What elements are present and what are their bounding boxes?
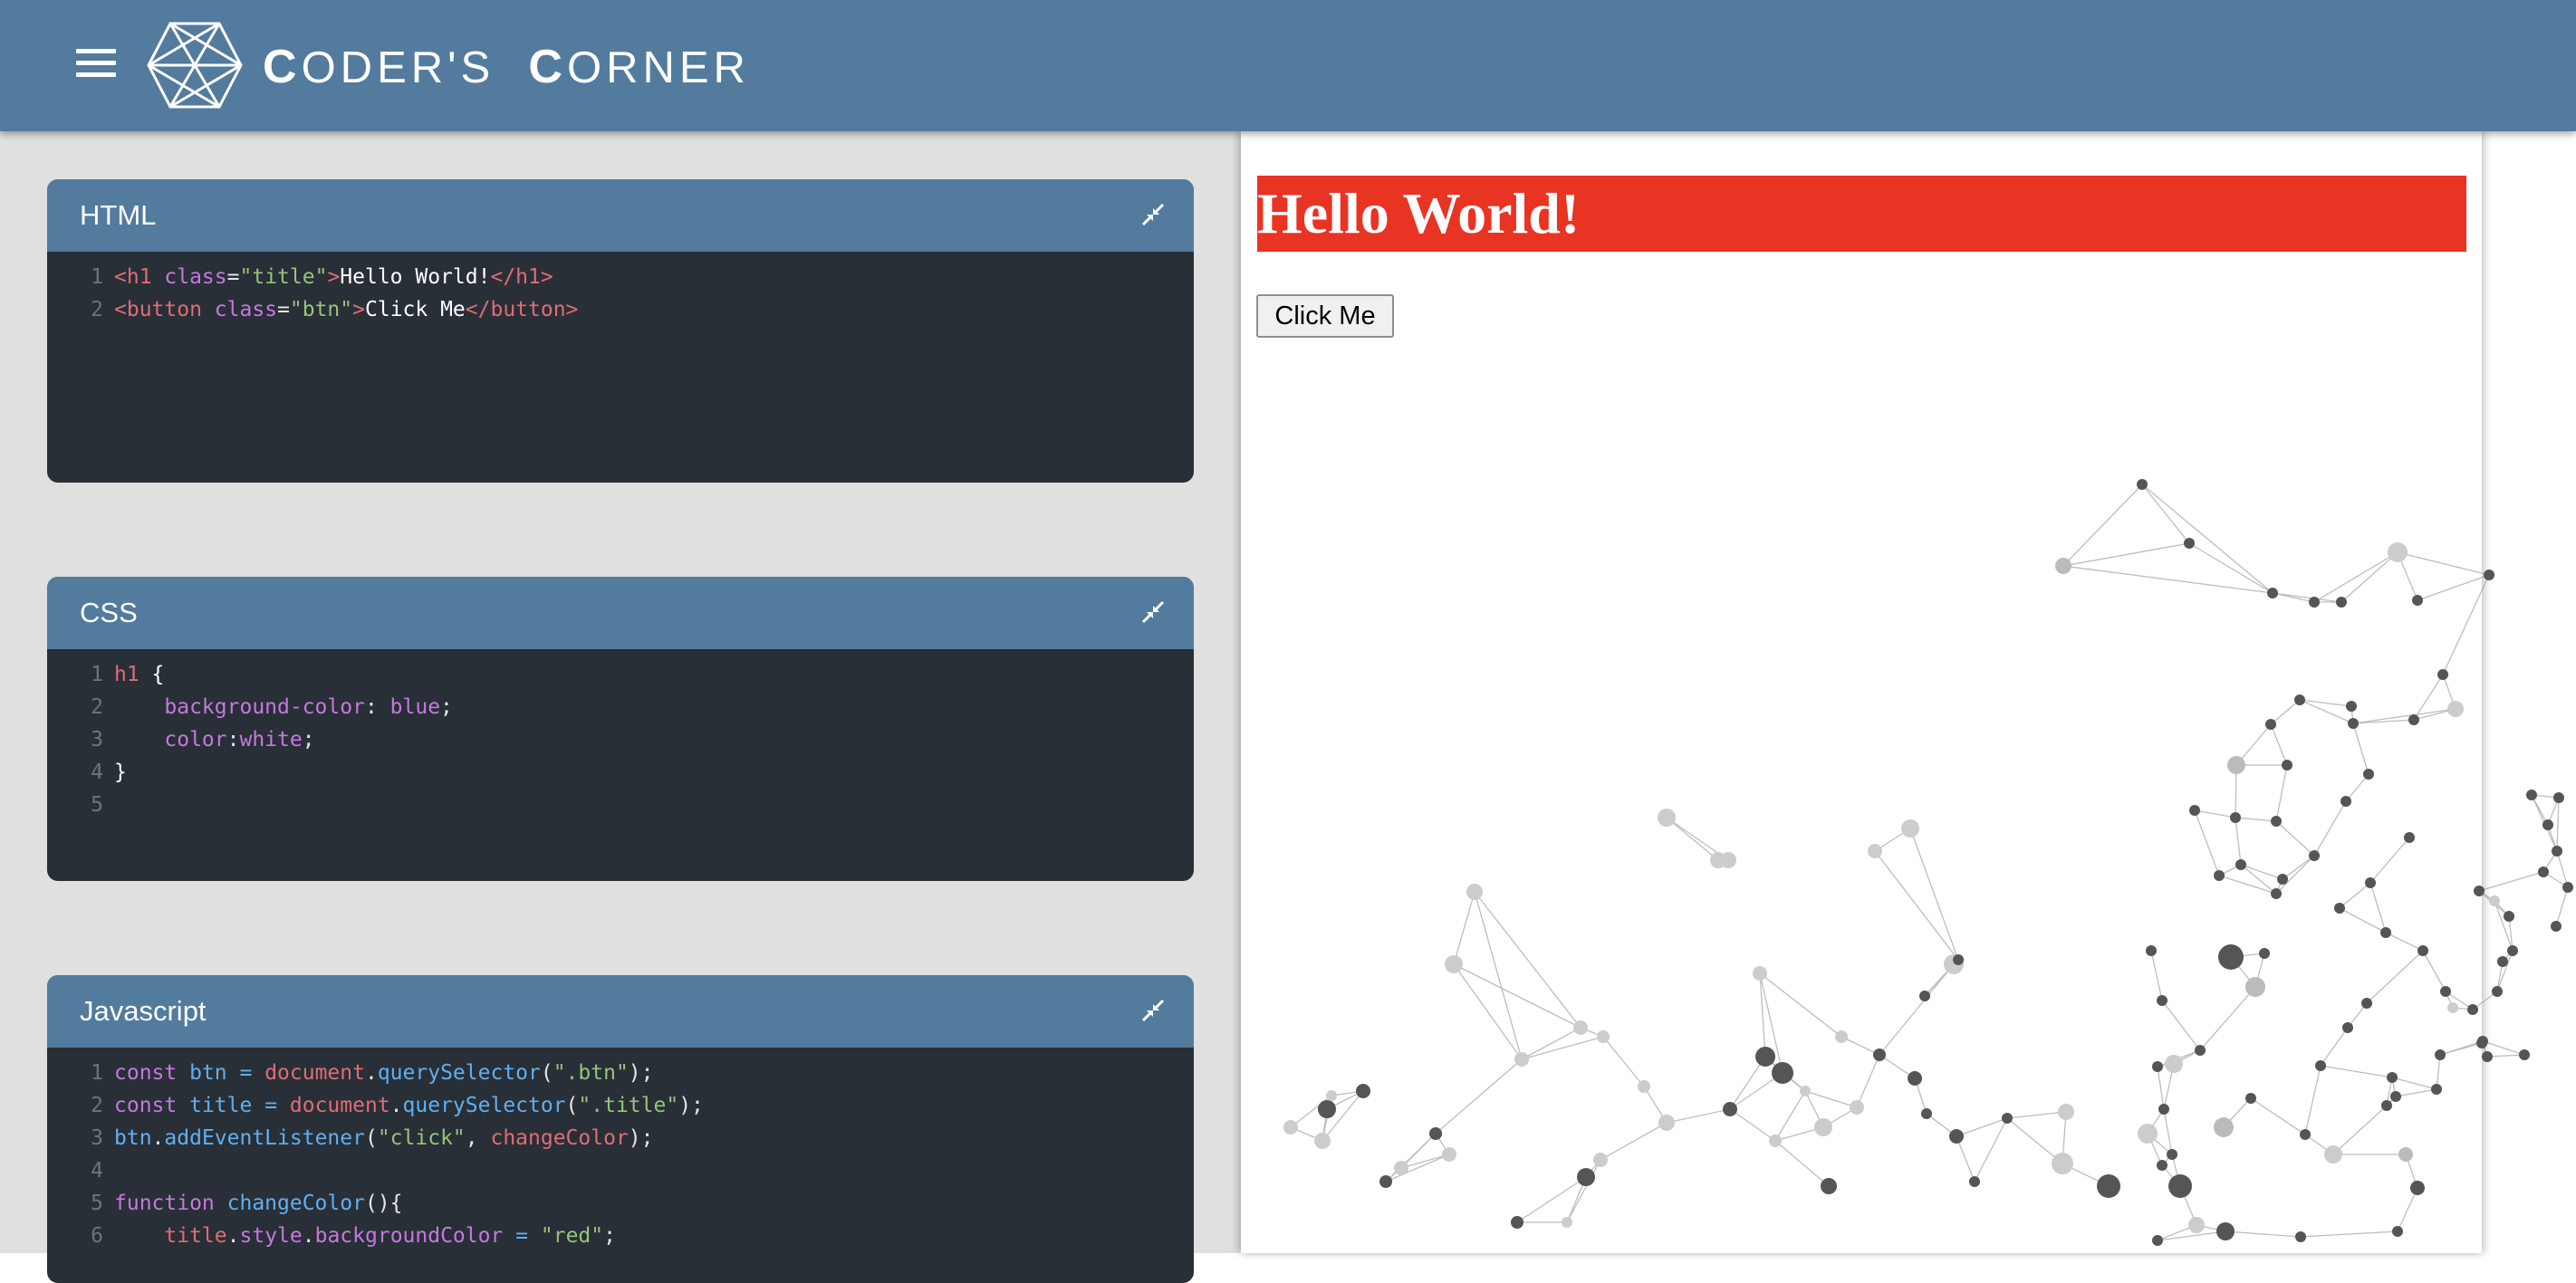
brand-initial-1: C	[263, 41, 302, 93]
css-editor-panel: CSS 1 h1 { 2 background-color: blue; 3 co…	[47, 577, 1194, 881]
css-panel-header: CSS	[47, 577, 1194, 649]
hexagon-logo-icon[interactable]	[147, 22, 243, 109]
code-line: 3 btn.addEventListener("click", changeCol…	[91, 1126, 654, 1150]
collapse-arrows-icon[interactable]	[1139, 997, 1167, 1024]
css-panel-title: CSS	[80, 597, 138, 628]
preview-heading: Hello World!	[1257, 176, 2466, 252]
code-line: 1 const btn = document.querySelector(".bt…	[91, 1061, 654, 1085]
code-line: 5 function changeColor(){	[91, 1192, 403, 1215]
code-line: 4	[91, 1159, 103, 1182]
javascript-code-editor[interactable]: 1 const btn = document.querySelector(".bt…	[47, 1048, 1194, 1252]
html-panel-header: HTML	[47, 179, 1194, 252]
css-code-editor[interactable]: 1 h1 { 2 background-color: blue; 3 color:…	[47, 649, 1194, 821]
preview-margin	[2482, 131, 2576, 1253]
html-editor-panel: HTML 1 <h1 class="title">Hello World!</h1…	[47, 179, 1194, 483]
code-line: 2 <button class="btn">Click Me</button>	[91, 298, 579, 321]
html-code-editor[interactable]: 1 <h1 class="title">Hello World!</h1> 2 <b…	[47, 252, 1194, 326]
code-line: 1 h1 {	[91, 663, 165, 686]
collapse-arrows-icon[interactable]	[1139, 201, 1167, 228]
html-panel-title: HTML	[80, 199, 157, 231]
preview-click-me-button[interactable]: Click Me	[1256, 294, 1394, 338]
code-line: 2 background-color: blue;	[91, 695, 453, 719]
code-line: 2 const title = document.querySelector(".…	[91, 1094, 704, 1117]
code-line: 1 <h1 class="title">Hello World!</h1>	[91, 265, 553, 289]
brand-word-2: ORNER	[566, 43, 750, 92]
javascript-panel-title: Javascript	[80, 995, 207, 1027]
javascript-editor-panel: Javascript 1 const btn = document.querySe…	[47, 975, 1194, 1283]
brand-title[interactable]: CODER'S CORNER	[263, 40, 750, 95]
collapse-arrows-icon[interactable]	[1139, 598, 1167, 626]
app-header: CODER'S CORNER	[0, 0, 2576, 131]
code-line: 6 title.style.backgroundColor = "red";	[91, 1224, 616, 1248]
preview-frame	[1241, 131, 2482, 1253]
code-line: 4}	[91, 761, 127, 784]
hamburger-menu-icon[interactable]	[76, 49, 116, 81]
code-line: 3 color:white;	[91, 728, 315, 752]
brand-initial-2: C	[528, 41, 567, 93]
javascript-panel-header: Javascript	[47, 975, 1194, 1048]
brand-word-1: ODER'S	[301, 43, 495, 92]
code-line: 5	[91, 793, 103, 817]
editor-column: HTML 1 <h1 class="title">Hello World!</h1…	[0, 131, 1241, 1283]
